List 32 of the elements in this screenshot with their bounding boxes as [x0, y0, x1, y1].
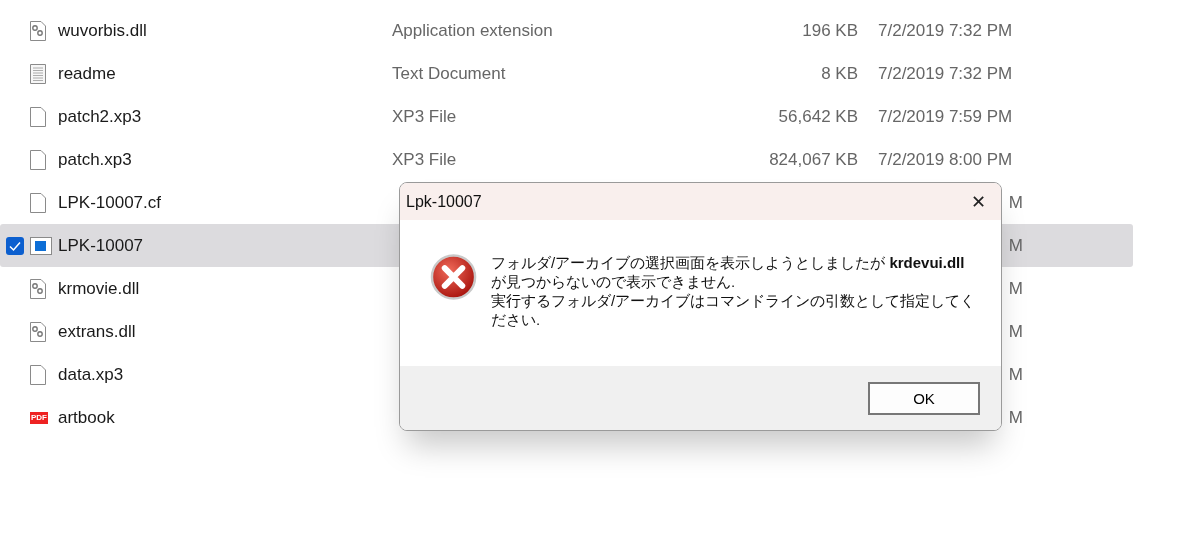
file-date: M: [1008, 192, 1023, 212]
file-date: M: [1008, 364, 1023, 384]
file-type: Text Document: [392, 63, 506, 83]
dialog-title: Lpk-10007: [406, 192, 482, 211]
file-size: 8 KB: [821, 63, 858, 83]
file-name: readme: [58, 63, 117, 84]
file-size: 56,642 KB: [778, 106, 858, 126]
file-date: M: [1008, 278, 1023, 298]
file-type: XP3 File: [392, 149, 457, 169]
file-size: 196 KB: [802, 20, 858, 40]
file-date: 7/2/2019 7:32 PM: [878, 20, 1013, 40]
file-date: 7/2/2019 8:00 PM: [878, 149, 1013, 169]
file-name: patch2.xp3: [58, 106, 143, 127]
file-date: M: [1008, 407, 1023, 427]
file-size: 824,067 KB: [769, 149, 858, 169]
file-date: M: [1008, 321, 1023, 341]
file-name: LPK-10007: [58, 235, 145, 256]
pdf-file-icon: PDF: [30, 411, 48, 424]
error-message: フォルダ/アーカイブの選択画面を表示しようとしましたが krdevui.dll が見つからないので表示できません.: [491, 253, 966, 291]
file-name: artbook: [58, 407, 116, 428]
file-type: XP3 File: [392, 106, 457, 126]
error-message: 実行するフォルダ/アーカイブはコマンドラインの引数として指定してください.: [491, 291, 977, 329]
file-name: extrans.dll: [58, 321, 137, 342]
file-date: M: [1008, 235, 1023, 255]
file-date: 7/2/2019 7:59 PM: [878, 106, 1013, 126]
file-name: krmovie.dll: [58, 278, 141, 299]
file-name: data.xp3: [58, 364, 125, 385]
file-name: patch.xp3: [58, 149, 133, 170]
file-name: LPK-10007.cf: [58, 192, 162, 213]
file-type: Application extension: [392, 20, 553, 40]
file-date: 7/2/2019 7:32 PM: [878, 63, 1013, 83]
file-name: wuvorbis.dll: [58, 20, 148, 41]
